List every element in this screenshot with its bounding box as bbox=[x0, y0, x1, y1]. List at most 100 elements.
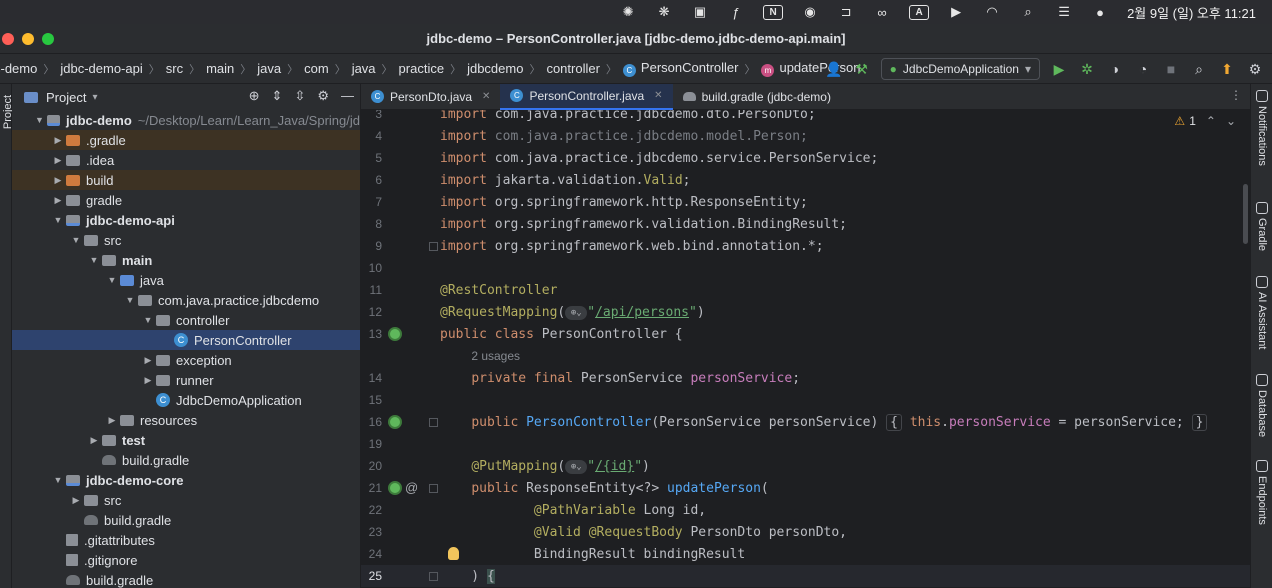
chevron-up-icon[interactable]: ⌃ bbox=[1206, 114, 1216, 128]
clipboard-icon[interactable]: ▣ bbox=[691, 4, 709, 20]
chevron-down-icon[interactable]: ▼ bbox=[68, 235, 84, 245]
maximize-window-button[interactable] bbox=[42, 33, 54, 45]
stop-icon[interactable]: ■ bbox=[1162, 60, 1180, 78]
tree-item--gradle[interactable]: ▶ .gradle bbox=[12, 130, 360, 150]
chevron-right-icon[interactable]: ▶ bbox=[50, 135, 66, 146]
code-line[interactable]: 25 ) { bbox=[361, 565, 1250, 587]
code-line[interactable]: 4 import com.java.practice.jdbcdemo.model… bbox=[361, 125, 1250, 147]
chevron-down-icon[interactable]: ⌄ bbox=[1226, 114, 1236, 128]
settings-icon[interactable]: ⚙ bbox=[1246, 60, 1264, 78]
close-window-button[interactable] bbox=[2, 33, 14, 45]
chevron-down-icon[interactable]: ▼ bbox=[140, 315, 156, 325]
code-line[interactable]: 21 @ public ResponseEntity<?> updatePerso… bbox=[361, 477, 1250, 499]
breadcrumb-item[interactable]: jdbc-demo-api bbox=[58, 61, 144, 76]
bracket-icon[interactable]: ⊐ bbox=[837, 4, 855, 20]
code-line[interactable]: 12 @RequestMapping(⊕⌄ "/api/persons") bbox=[361, 301, 1250, 323]
code-line[interactable]: 7 import org.springframework.http.Respons… bbox=[361, 191, 1250, 213]
chevron-right-icon[interactable]: ▶ bbox=[86, 435, 102, 446]
shield-icon[interactable]: ◉ bbox=[801, 4, 819, 20]
code-line[interactable]: 6 import jakarta.validation.Valid; bbox=[361, 169, 1250, 191]
tree-item-build[interactable]: ▶ build bbox=[12, 170, 360, 190]
perplexity-icon[interactable]: ❋ bbox=[655, 4, 673, 20]
tree-item-java[interactable]: ▼ java bbox=[12, 270, 360, 290]
code-line[interactable]: 2 usages bbox=[361, 345, 1250, 367]
input-icon[interactable]: A bbox=[909, 4, 930, 20]
breadcrumb-item[interactable]: jdbcdemo bbox=[465, 61, 525, 76]
search-everywhere-icon[interactable]: ⌕ bbox=[1190, 60, 1208, 78]
close-icon[interactable]: ✕ bbox=[482, 91, 490, 102]
tool-window-notifications[interactable]: Notifications bbox=[1251, 90, 1272, 166]
collapse-all-icon[interactable]: ⇳ bbox=[294, 88, 305, 104]
tree-item--idea[interactable]: ▶ .idea bbox=[12, 150, 360, 170]
chevron-down-icon[interactable]: ▼ bbox=[86, 255, 102, 265]
spring-bean-icon[interactable] bbox=[388, 415, 402, 429]
code-line[interactable]: 16 public PersonController(PersonService… bbox=[361, 411, 1250, 433]
fold-icon[interactable] bbox=[429, 572, 438, 581]
spring-bean-icon[interactable] bbox=[388, 327, 402, 341]
tree-item-exception[interactable]: ▶ exception bbox=[12, 350, 360, 370]
debug-icon[interactable]: ✲ bbox=[1078, 60, 1096, 78]
code-line[interactable]: 14 private final PersonService personSer… bbox=[361, 367, 1250, 389]
code-line[interactable]: 11 @RestController bbox=[361, 279, 1250, 301]
code-line[interactable]: 19 bbox=[361, 433, 1250, 455]
endpoint-icon[interactable]: @ bbox=[405, 480, 418, 495]
code-line[interactable]: 20 @PutMapping(⊕⌄ "/{id}") bbox=[361, 455, 1250, 477]
siri-icon[interactable]: ● bbox=[1091, 4, 1109, 20]
chevron-right-icon[interactable]: ▶ bbox=[140, 375, 156, 386]
run-icon[interactable]: ▶ bbox=[1050, 60, 1068, 78]
code-line[interactable]: 3 import com.java.practice.jdbcdemo.dto.P… bbox=[361, 110, 1250, 125]
fold-icon[interactable] bbox=[429, 418, 438, 427]
more-tabs-icon[interactable]: ⋮ bbox=[1230, 88, 1242, 102]
editor-tab[interactable]: C PersonController.java ✕ bbox=[500, 83, 673, 110]
tree-item-runner[interactable]: ▶ runner bbox=[12, 370, 360, 390]
tool-window-gradle[interactable]: Gradle bbox=[1251, 202, 1272, 251]
chevron-right-icon[interactable]: ▶ bbox=[50, 195, 66, 206]
play-icon[interactable]: ▶ bbox=[947, 4, 965, 20]
menu-bar-clock[interactable]: 2월 9일 (일) 오후 11:21 bbox=[1127, 3, 1256, 22]
chevron-down-icon[interactable]: ▼ bbox=[32, 115, 47, 125]
tree-item-src[interactable]: ▼ src bbox=[12, 230, 360, 250]
chevron-down-icon[interactable]: ▼ bbox=[50, 215, 66, 225]
tree-item-gradle[interactable]: ▶ gradle bbox=[12, 190, 360, 210]
code-line[interactable]: 15 bbox=[361, 389, 1250, 411]
minimize-window-button[interactable] bbox=[22, 33, 34, 45]
editor-scrollbar[interactable] bbox=[1243, 184, 1248, 244]
control-center-icon[interactable]: ☰ bbox=[1055, 4, 1073, 20]
breadcrumb-item[interactable]: practice bbox=[397, 61, 447, 76]
code-line[interactable]: 13 public class PersonController { bbox=[361, 323, 1250, 345]
build-hammer-icon[interactable]: ⚒ bbox=[853, 60, 871, 78]
wifi-icon[interactable]: ◠ bbox=[983, 4, 1001, 20]
tool-window-ai-assistant[interactable]: AI Assistant bbox=[1251, 276, 1272, 349]
tree-item-com-java-practice-jdbcdemo[interactable]: ▼ com.java.practice.jdbcdemo bbox=[12, 290, 360, 310]
code-line[interactable]: 24 BindingResult bindingResult bbox=[361, 543, 1250, 565]
tree-item-src[interactable]: ▶ src bbox=[12, 490, 360, 510]
search-icon[interactable]: ⌕ bbox=[1019, 4, 1037, 20]
tree-item-build-gradle[interactable]: build.gradle bbox=[12, 510, 360, 530]
tree-item-jdbc-demo-core[interactable]: ▼ jdbc-demo-core bbox=[12, 470, 360, 490]
run-configuration-dropdown[interactable]: ● JdbcDemoApplication ▾ bbox=[880, 58, 1040, 80]
breadcrumb-item[interactable]: C PersonController bbox=[621, 60, 741, 77]
project-view-selector[interactable]: Project bbox=[46, 90, 86, 105]
tree-item-jdbcdemoapplication[interactable]: C JdbcDemoApplication bbox=[12, 390, 360, 410]
user-icon[interactable]: 👤 bbox=[825, 60, 843, 78]
inspection-widget[interactable]: ⚠ 1 ⌃ ⌄ bbox=[1174, 114, 1236, 128]
gear-icon[interactable]: ⚙ bbox=[317, 88, 329, 104]
chevron-down-icon[interactable]: ▼ bbox=[122, 295, 138, 305]
breadcrumb-item[interactable]: com bbox=[302, 61, 331, 76]
tree-item-build-gradle[interactable]: build.gradle bbox=[12, 450, 360, 470]
spring-bean-icon[interactable] bbox=[388, 481, 402, 495]
tree-item-build-gradle[interactable]: build.gradle bbox=[12, 570, 360, 588]
tool-window-database[interactable]: Database bbox=[1251, 374, 1272, 437]
chevron-right-icon[interactable]: ▶ bbox=[140, 355, 156, 366]
code-line[interactable]: 5 import com.java.practice.jdbcdemo.servi… bbox=[361, 147, 1250, 169]
code-line[interactable]: 8 import org.springframework.validation.B… bbox=[361, 213, 1250, 235]
code-line[interactable]: 10 bbox=[361, 257, 1250, 279]
fold-icon[interactable] bbox=[429, 484, 438, 493]
fold-icon[interactable] bbox=[429, 242, 438, 251]
profile-icon[interactable]: ◔ bbox=[1134, 60, 1152, 78]
breadcrumb-item[interactable]: java bbox=[255, 61, 283, 76]
breadcrumb-item[interactable]: controller bbox=[544, 61, 601, 76]
locate-file-icon[interactable]: ⊕ bbox=[249, 88, 260, 104]
code-line[interactable]: 23 @Valid @RequestBody PersonDto personD… bbox=[361, 521, 1250, 543]
close-icon[interactable]: ✕ bbox=[654, 90, 662, 101]
